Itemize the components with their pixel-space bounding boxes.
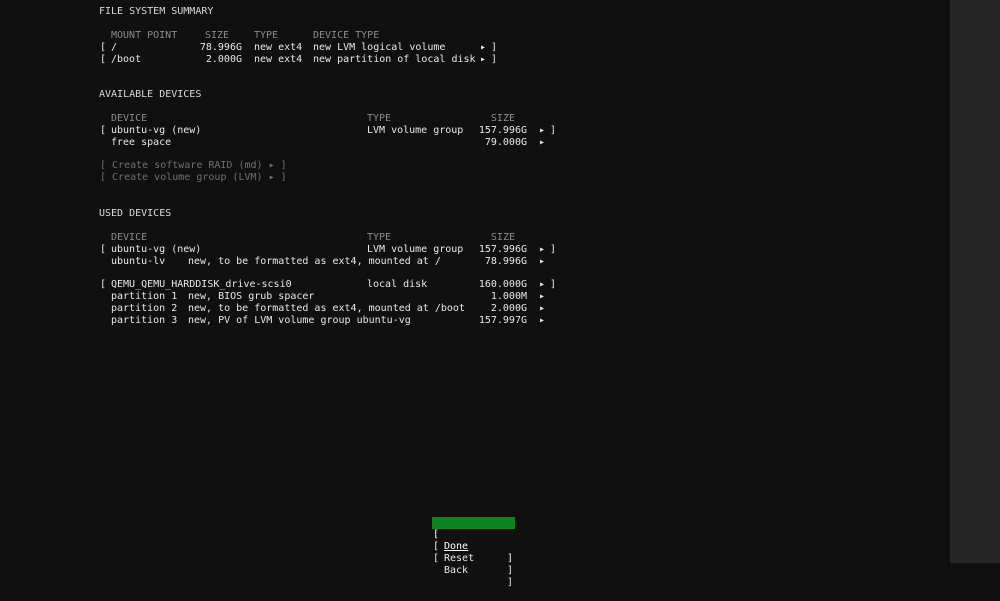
- partition-description: new, PV of LVM volume group ubuntu-vg: [188, 315, 411, 326]
- create-vg-action: [ Create volume group (LVM) ▸ ]: [100, 172, 287, 183]
- row-close-bracket: ]: [550, 244, 557, 255]
- fs-col-type: TYPE: [254, 30, 279, 41]
- size: 157.997G: [478, 315, 527, 326]
- fs-type: new ext4: [254, 42, 303, 53]
- device-type: new LVM logical volume: [313, 42, 446, 53]
- row-menu-arrow-icon[interactable]: ▸: [480, 54, 486, 66]
- avail-col-device: DEVICE: [111, 113, 148, 124]
- size: 78.996G: [199, 42, 242, 53]
- create-raid-action: [ Create software RAID (md) ▸ ]: [100, 160, 287, 171]
- row-close-bracket: ]: [550, 279, 557, 290]
- done-button[interactable]: [ Done ]: [432, 517, 515, 564]
- avail-col-size: SIZE: [490, 113, 515, 124]
- used-devices-title: USED DEVICES: [99, 208, 172, 219]
- size: 157.996G: [478, 125, 527, 136]
- available-devices-title: AVAILABLE DEVICES: [99, 89, 202, 100]
- fs-summary-title: FILE SYSTEM SUMMARY: [99, 6, 214, 17]
- device-type: LVM volume group: [367, 244, 464, 255]
- back-button[interactable]: [ Back ]: [432, 541, 515, 588]
- used-col-device: DEVICE: [111, 232, 148, 243]
- size: 2.000G: [490, 303, 527, 314]
- row-menu-arrow-icon[interactable]: ▸: [539, 137, 545, 149]
- mount-point: /boot: [111, 54, 142, 65]
- device-name: ubuntu-vg (new): [111, 125, 202, 136]
- size: 78.996G: [484, 256, 527, 267]
- back-open-bracket: [: [433, 553, 440, 564]
- row-open-bracket: [: [100, 244, 107, 255]
- row-menu-arrow-icon[interactable]: ▸: [539, 244, 545, 256]
- row-menu-arrow-icon[interactable]: ▸: [480, 42, 486, 54]
- row-open-bracket: [: [100, 279, 107, 290]
- partition-name: partition 3: [111, 315, 178, 326]
- device-type: local disk: [367, 279, 428, 290]
- device-type: new partition of local disk: [313, 54, 476, 65]
- fs-col-mount-point: MOUNT POINT: [111, 30, 178, 41]
- used-col-size: SIZE: [490, 232, 515, 243]
- partition-description: new, BIOS grub spacer: [188, 291, 315, 302]
- reset-close-bracket: ]: [506, 565, 513, 576]
- row-open-bracket: [: [100, 54, 107, 65]
- mount-point: /: [111, 42, 118, 53]
- done-close-bracket: ]: [506, 553, 513, 564]
- device-name: ubuntu-vg (new): [111, 244, 202, 255]
- row-menu-arrow-icon[interactable]: ▸: [539, 303, 545, 315]
- row-menu-arrow-icon[interactable]: ▸: [539, 291, 545, 303]
- side-panel: [950, 0, 1000, 563]
- size: 157.996G: [478, 244, 527, 255]
- back-close-bracket: ]: [506, 577, 513, 588]
- installer-screen: FILE SYSTEM SUMMARY MOUNT POINT SIZE TYP…: [0, 0, 950, 588]
- size: 1.000M: [490, 291, 527, 302]
- fs-col-size: SIZE: [205, 30, 230, 41]
- size: 2.000G: [205, 54, 242, 65]
- partition-description: new, to be formatted as ext4, mounted at…: [188, 303, 465, 314]
- row-close-bracket: ]: [491, 42, 498, 53]
- row-menu-arrow-icon[interactable]: ▸: [539, 125, 545, 137]
- fs-type: new ext4: [254, 54, 303, 65]
- row-close-bracket: ]: [550, 125, 557, 136]
- device-type: LVM volume group: [367, 125, 464, 136]
- size: 160.000G: [478, 279, 527, 290]
- avail-col-type: TYPE: [367, 113, 392, 124]
- volume-name: ubuntu-lv: [111, 256, 166, 267]
- row-menu-arrow-icon[interactable]: ▸: [539, 279, 545, 291]
- size: 79.000G: [484, 137, 527, 148]
- fs-col-device-type: DEVICE TYPE: [313, 30, 380, 41]
- device-name: free space: [111, 137, 172, 148]
- row-close-bracket: ]: [491, 54, 498, 65]
- partition-name: partition 1: [111, 291, 178, 302]
- row-open-bracket: [: [100, 125, 107, 136]
- volume-description: new, to be formatted as ext4, mounted at…: [188, 256, 441, 267]
- reset-button[interactable]: [ Reset ]: [432, 529, 515, 576]
- row-menu-arrow-icon[interactable]: ▸: [539, 256, 545, 268]
- row-menu-arrow-icon[interactable]: ▸: [539, 315, 545, 327]
- back-label: Back: [444, 565, 469, 576]
- device-name: QEMU_QEMU_HARDDISK_drive-scsi0: [111, 279, 292, 290]
- row-open-bracket: [: [100, 42, 107, 53]
- partition-name: partition 2: [111, 303, 178, 314]
- used-col-type: TYPE: [367, 232, 392, 243]
